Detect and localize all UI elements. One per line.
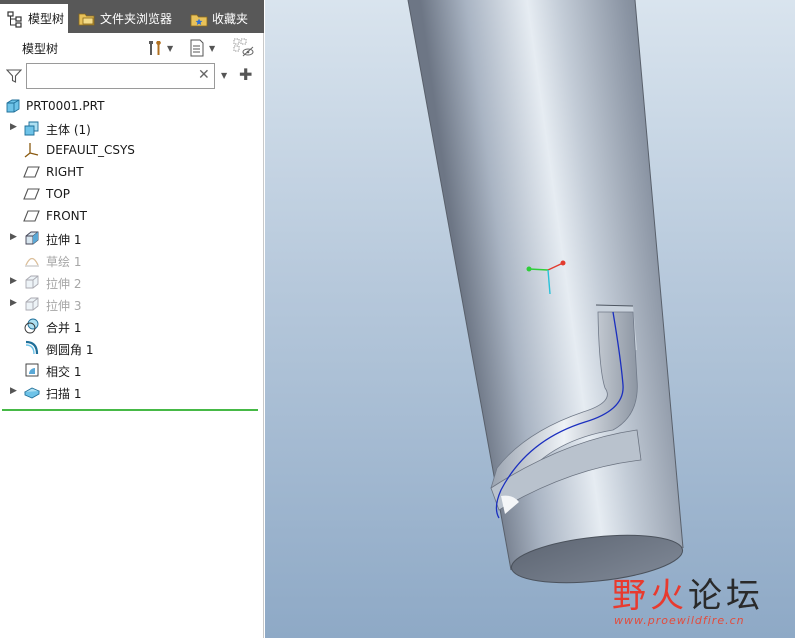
tree-item-label: FRONT (46, 209, 87, 223)
chevron-down-icon: ▼ (209, 43, 216, 53)
extrude-icon (25, 297, 39, 311)
tree-item-round-1[interactable]: 倒圆角 1 (0, 337, 264, 359)
tree-item-label: TOP (46, 187, 71, 201)
show-dropdown-button[interactable]: ▼ (188, 37, 215, 59)
filter-icon[interactable] (6, 68, 22, 84)
tree-item-label: 主体 (1) (46, 123, 91, 137)
tab-favorites-label: 收藏夹 (212, 12, 249, 26)
tree-item-intersect-1[interactable]: 相交 1 (0, 359, 264, 381)
cylinder-body (408, 0, 683, 579)
tools-icon (149, 41, 161, 55)
tree-item-label: DEFAULT_CSYS (46, 143, 135, 157)
expand-arrow-icon[interactable]: ▶ (10, 122, 20, 132)
watermark-text: 野火论坛 (612, 568, 764, 617)
document-list-icon (190, 39, 204, 57)
plus-icon[interactable]: ✚ (239, 66, 252, 84)
part-icon (6, 99, 20, 113)
tree-root-label: PRT0001.PRT (26, 99, 105, 113)
favorites-icon (190, 14, 208, 26)
close-icon[interactable]: ✕ (198, 68, 210, 82)
tree-item-label: 相交 1 (46, 365, 82, 379)
datum-plane-icon (23, 210, 40, 222)
tree-item-extrude-2[interactable]: ▶ 拉伸 2 (0, 271, 264, 293)
tree-item-merge-1[interactable]: 合并 1 (0, 315, 264, 337)
expand-arrow-icon[interactable]: ▶ (10, 298, 20, 308)
tree-item-extrude-3[interactable]: ▶ 拉伸 3 (0, 293, 264, 315)
graphics-viewport[interactable] (265, 0, 795, 638)
tree-item-default-csys[interactable]: DEFAULT_CSYS (0, 139, 264, 161)
merge-icon (24, 318, 39, 334)
watermark-part1: 野火 (612, 576, 688, 616)
tree-filter-row: ✕ ▼ ✚ (0, 61, 264, 91)
model-tree-title: 模型树 (22, 42, 59, 56)
intersect-icon (25, 363, 39, 377)
tree-item-top[interactable]: TOP (0, 183, 264, 205)
expand-arrow-icon[interactable]: ▶ (10, 232, 20, 242)
tab-model-tree-label: 模型树 (28, 12, 65, 26)
model-tree-header: 模型树 ▼ ▼ (0, 33, 264, 61)
tree-filter-icon (233, 38, 254, 57)
chevron-down-icon[interactable]: ▼ (221, 71, 227, 80)
3d-model-view (407, 0, 684, 584)
tree-item-right[interactable]: RIGHT (0, 161, 264, 183)
settings-dropdown-button[interactable]: ▼ (146, 37, 173, 59)
folder-icon (78, 13, 95, 25)
tree-root[interactable]: PRT0001.PRT (0, 95, 264, 117)
tab-folder-browser[interactable]: 文件夹浏览器 (72, 4, 180, 33)
tree-item-label: 扫描 1 (46, 387, 82, 401)
chevron-down-icon: ▼ (167, 43, 174, 53)
watermark-part2: 论坛 (688, 576, 764, 616)
expand-arrow-icon[interactable]: ▶ (10, 276, 20, 286)
tree-item-label: RIGHT (46, 165, 84, 179)
datum-plane-icon (23, 188, 40, 200)
tab-favorites[interactable]: 收藏夹 (184, 4, 264, 33)
model-tree-icon (7, 10, 22, 28)
round-icon (25, 340, 39, 355)
tree-item-front[interactable]: FRONT (0, 205, 264, 227)
navigator-tab-bar: 模型树 文件夹浏览器 收藏夹 (0, 0, 264, 33)
tree-item-label: 拉伸 1 (46, 233, 82, 247)
watermark-url: www.proewildfire.cn (614, 614, 745, 627)
tree-item-body[interactable]: ▶ 主体 (1) (0, 117, 264, 139)
tree-item-label: 草绘 1 (46, 255, 82, 269)
tree-item-label: 拉伸 3 (46, 299, 82, 313)
sketch-icon (25, 257, 39, 267)
tree-item-extrude-1[interactable]: ▶ 拉伸 1 (0, 227, 264, 249)
tree-item-sketch-1[interactable]: 草绘 1 (0, 249, 264, 271)
extrude-icon (25, 231, 39, 245)
sweep-icon (23, 387, 41, 399)
tree-item-sweep-1[interactable]: ▶ 扫描 1 (0, 381, 264, 403)
search-input[interactable] (26, 63, 215, 89)
tree-columns-button[interactable] (233, 37, 255, 59)
tree-item-label: 合并 1 (46, 321, 82, 335)
forum-watermark: 野火论坛 www.proewildfire.cn (612, 560, 795, 638)
model-tree-panel: 模型树 文件夹浏览器 收藏夹 模型树 ▼ ▼ ✕ ▼ ✚ PRT0001.PRT… (0, 0, 264, 638)
body-icon (24, 121, 39, 136)
csys-icon (24, 143, 39, 158)
expand-arrow-icon[interactable]: ▶ (10, 386, 20, 396)
tree-item-label: 倒圆角 1 (46, 343, 94, 357)
extrude-icon (25, 275, 39, 289)
tab-model-tree[interactable]: 模型树 (0, 4, 68, 33)
tab-folder-browser-label: 文件夹浏览器 (100, 12, 173, 26)
datum-plane-icon (23, 166, 40, 178)
insert-here-marker[interactable] (2, 409, 258, 411)
tree-item-label: 拉伸 2 (46, 277, 82, 291)
